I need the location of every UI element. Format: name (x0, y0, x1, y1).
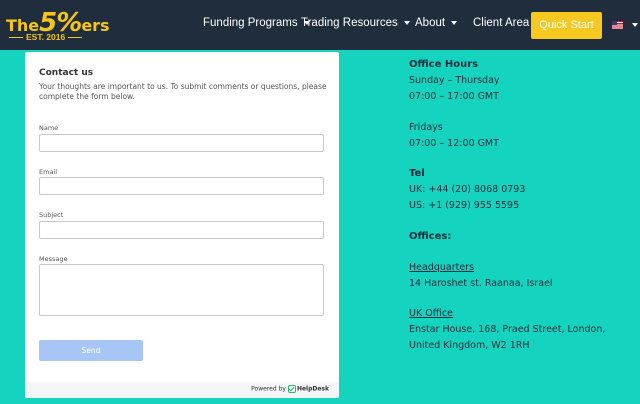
weekday-days: Sunday – Thursday (409, 75, 500, 86)
form-description: Your thoughts are important to us. To su… (39, 82, 327, 101)
email-label: Email (39, 168, 58, 176)
friday-days: Fridays (409, 122, 443, 133)
powered-by[interactable]: Powered by HelpDesk (251, 385, 329, 393)
nav-label: Funding Programs (203, 17, 298, 29)
nav-item-client-area[interactable]: Client Area (473, 17, 529, 29)
headquarters-link[interactable]: Headquarters (409, 262, 474, 273)
weekday-hours: 07:00 – 17:00 GMT (409, 91, 499, 102)
nav-item-funding-programs[interactable]: Funding Programs (203, 17, 310, 29)
uk-address-line-2: United Kingdom, W2 1RH (409, 340, 530, 351)
top-navbar: The5%ers EST. 2016 Funding Programs Trad… (0, 0, 640, 50)
us-flag-icon[interactable] (612, 21, 623, 29)
form-footer: Powered by HelpDesk (25, 382, 339, 398)
name-input[interactable] (39, 134, 324, 152)
chevron-down-icon (403, 20, 410, 25)
nav-label: Client Area (473, 17, 530, 29)
powered-by-text: Powered by (251, 385, 286, 393)
email-input[interactable] (39, 177, 324, 195)
tel-uk[interactable]: UK: +44 (20) 8068 0793 (409, 184, 525, 195)
quick-start-button[interactable]: Quick Start (531, 12, 602, 39)
contact-form-card: Contact us Your thoughts are important t… (25, 52, 339, 398)
friday-hours: 07:00 – 12:00 GMT (409, 138, 499, 149)
offices-title: Offices: (409, 231, 452, 242)
helpdesk-check-icon (287, 385, 296, 393)
nav-item-about[interactable]: About (415, 17, 458, 29)
uk-office-link[interactable]: UK Office (409, 308, 453, 319)
office-hours-title: Office Hours (409, 59, 479, 70)
helpdesk-brand: HelpDesk (296, 385, 329, 393)
nav-label: Trading Resources (301, 17, 398, 29)
form-title: Contact us (39, 68, 94, 78)
uk-address-line-1: Enstar House, 168, Praed Street, London, (409, 324, 606, 335)
subject-input[interactable] (39, 221, 324, 239)
subject-label: Subject (39, 211, 64, 219)
message-textarea[interactable] (39, 264, 324, 316)
nav-item-trading-resources[interactable]: Trading Resources (301, 17, 410, 29)
send-button[interactable]: Send (39, 340, 143, 361)
name-label: Name (39, 124, 59, 132)
hq-address: 14 Haroshet st. Raanaa, Israel (409, 278, 553, 289)
tel-us[interactable]: US: +1 (929) 955 5595 (409, 200, 519, 211)
chevron-down-icon[interactable] (632, 23, 638, 27)
nav-label: About (415, 17, 446, 29)
main-nav: Funding Programs Trading Resources About… (0, 0, 640, 50)
tel-title: Tel (409, 168, 425, 179)
message-label: Message (39, 255, 68, 263)
chevron-down-icon (451, 20, 458, 25)
